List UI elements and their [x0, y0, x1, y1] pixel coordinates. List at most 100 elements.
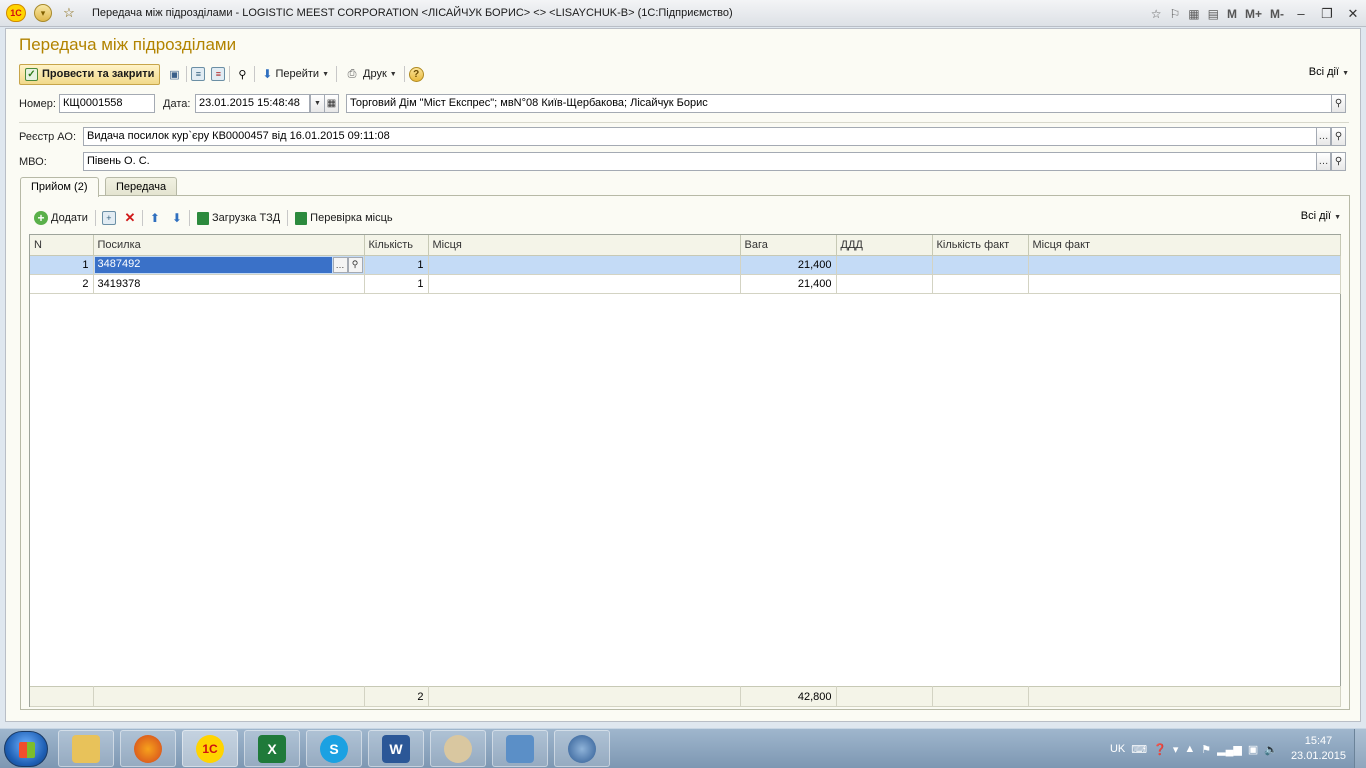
toolbar-separator — [141, 210, 143, 226]
cell-parcel-editing[interactable]: 3487492 … ⚲ — [93, 255, 365, 275]
action-center-flag-icon[interactable]: ⚑ — [1201, 743, 1211, 756]
cell-places-fact[interactable] — [1028, 274, 1341, 294]
taskbar-excel[interactable]: X — [244, 730, 300, 767]
cell-qty[interactable]: 1 — [364, 274, 429, 294]
options-icon[interactable]: ▾ — [1173, 743, 1179, 756]
table-row[interactable]: 2 3419378 1 21,400 — [30, 274, 1341, 294]
column-header-weight[interactable]: Вага — [740, 235, 837, 256]
calendar-icon[interactable]: ▤ — [1208, 7, 1219, 21]
post-and-close-button[interactable]: ✓ Провести та закрити — [19, 63, 161, 85]
column-header-qty[interactable]: Кількість — [364, 235, 429, 256]
cell-weight[interactable]: 21,400 — [740, 255, 837, 275]
favorites-star-icon[interactable]: ☆ — [60, 4, 78, 22]
toolbar-separator — [254, 66, 256, 82]
add-row-button[interactable]: + Додати — [31, 211, 91, 225]
table-all-actions-menu[interactable]: Всі дії ▼ — [1301, 210, 1341, 222]
volume-icon[interactable]: 🔈 — [1264, 743, 1278, 756]
mvo-field[interactable]: Півень О. С. — [83, 152, 1317, 171]
cell-qty-fact[interactable] — [932, 255, 1029, 275]
document-toolbar: ✓ Провести та закрити ▣ ≡ ≡ ⚲ ⬇ Перейти … — [19, 63, 1349, 85]
all-actions-menu[interactable]: Всі дії ▼ — [1309, 66, 1349, 78]
help-icon[interactable]: ? — [408, 66, 424, 82]
cell-places[interactable] — [428, 274, 741, 294]
save-icon[interactable]: ▣ — [166, 66, 182, 82]
delete-row-icon[interactable]: ✕ — [122, 210, 138, 226]
tab-receive[interactable]: Прийом (2) — [20, 177, 99, 197]
device-icon[interactable]: ▣ — [1248, 743, 1258, 756]
bookmark-icon[interactable]: ⚐ — [1170, 7, 1181, 21]
taskbar-control-panel[interactable] — [492, 730, 548, 767]
chevron-down-icon: ▼ — [1334, 214, 1341, 221]
registry-field[interactable]: Видача посилок кур`єру КВ0000457 від 16.… — [83, 127, 1317, 146]
taskbar-explorer[interactable] — [58, 730, 114, 767]
barcode-scanner-icon — [196, 211, 209, 225]
registry-search-icon[interactable]: ⚲ — [1331, 127, 1346, 146]
keyboard-icon[interactable]: ⌨ — [1131, 743, 1147, 756]
clock[interactable]: 15:47 23.01.2015 — [1291, 734, 1346, 764]
load-tsd-button[interactable]: Загрузка ТЗД — [194, 211, 283, 225]
restore-button[interactable]: ❐ — [1318, 6, 1336, 22]
search-icon[interactable]: ⚲ — [234, 66, 250, 82]
calculator-icon[interactable]: ▦ — [1188, 7, 1199, 21]
cell-qty-fact[interactable] — [932, 274, 1029, 294]
firefox-icon — [134, 734, 162, 763]
tab-transfer[interactable]: Передача — [105, 177, 178, 196]
minimize-button[interactable]: ‒ — [1292, 6, 1310, 21]
column-header-places[interactable]: Місця — [428, 235, 741, 256]
parcel-edit-input[interactable]: 3487492 — [94, 256, 332, 273]
goto-menu-button[interactable]: ⬇ Перейти ▼ — [259, 67, 332, 81]
taskbar-word[interactable]: W — [368, 730, 424, 767]
show-desktop-button[interactable] — [1354, 729, 1366, 768]
help-icon[interactable]: ❓ — [1153, 743, 1167, 756]
unpost-icon[interactable]: ≡ — [211, 67, 226, 81]
column-header-ddd[interactable]: ДДД — [836, 235, 933, 256]
memory-button[interactable]: M — [1227, 7, 1237, 21]
taskbar-thunderbird[interactable] — [554, 730, 610, 767]
check-places-button[interactable]: Перевірка місць — [292, 211, 395, 225]
main-menu-icon[interactable]: ▾ — [34, 4, 52, 22]
network-signal-icon[interactable]: ▂▄▆ — [1217, 743, 1242, 756]
taskbar-skype[interactable]: S — [306, 730, 362, 767]
organization-search-icon[interactable]: ⚲ — [1331, 94, 1346, 113]
memory-plus-button[interactable]: M+ — [1245, 7, 1262, 21]
column-header-places-fact[interactable]: Місця факт — [1028, 235, 1341, 256]
mvo-select-button[interactable]: … — [1316, 152, 1331, 171]
registry-select-button[interactable]: … — [1316, 127, 1331, 146]
favorites-add-icon[interactable]: ☆ — [1151, 7, 1162, 21]
cell-ddd[interactable] — [836, 274, 933, 294]
organization-field[interactable]: Торговий Дім "Міст Експрес"; мвN°08 Київ… — [346, 94, 1332, 113]
taskbar-paint[interactable] — [430, 730, 486, 767]
cell-places[interactable] — [428, 255, 741, 275]
move-up-icon[interactable]: ⬆ — [147, 210, 163, 226]
date-dropdown-button[interactable]: ▼ — [310, 94, 325, 113]
date-field[interactable]: 23.01.2015 15:48:48 — [195, 94, 310, 113]
column-header-n[interactable]: N — [30, 235, 94, 256]
show-hidden-icons[interactable]: ▲ — [1184, 743, 1195, 755]
parcel-select-button[interactable]: … — [332, 256, 348, 273]
start-button[interactable] — [4, 731, 48, 767]
cell-ddd[interactable] — [836, 255, 933, 275]
cell-qty[interactable]: 1 — [364, 255, 429, 275]
1c-logo-icon[interactable]: 1С — [6, 4, 26, 22]
copy-row-icon[interactable]: + — [101, 211, 116, 225]
move-down-icon[interactable]: ⬇ — [169, 210, 185, 226]
taskbar-firefox[interactable] — [120, 730, 176, 767]
number-field[interactable]: КЩ0001558 — [59, 94, 155, 113]
total-qty: 2 — [364, 686, 429, 707]
memory-minus-button[interactable]: M- — [1270, 7, 1284, 21]
print-menu-button[interactable]: ⎙ Друк ▼ — [341, 66, 400, 82]
mvo-search-icon[interactable]: ⚲ — [1331, 152, 1346, 171]
cell-places-fact[interactable] — [1028, 255, 1341, 275]
page-title: Передача між підрозділами — [19, 35, 237, 54]
column-header-parcel[interactable]: Посилка — [93, 235, 365, 256]
close-button[interactable]: ✕ — [1344, 6, 1362, 22]
parcel-search-icon[interactable]: ⚲ — [347, 256, 363, 273]
language-indicator[interactable]: UK — [1110, 743, 1125, 755]
post-icon[interactable]: ≡ — [191, 67, 206, 81]
taskbar-1c[interactable]: 1С — [182, 730, 238, 767]
table-row[interactable]: 1 3487492 … ⚲ 1 21,400 — [30, 255, 1341, 275]
cell-parcel[interactable]: 3419378 — [93, 274, 365, 294]
cell-weight[interactable]: 21,400 — [740, 274, 837, 294]
column-header-qty-fact[interactable]: Кількість факт — [932, 235, 1029, 256]
calendar-icon[interactable]: ▦ — [324, 94, 339, 113]
